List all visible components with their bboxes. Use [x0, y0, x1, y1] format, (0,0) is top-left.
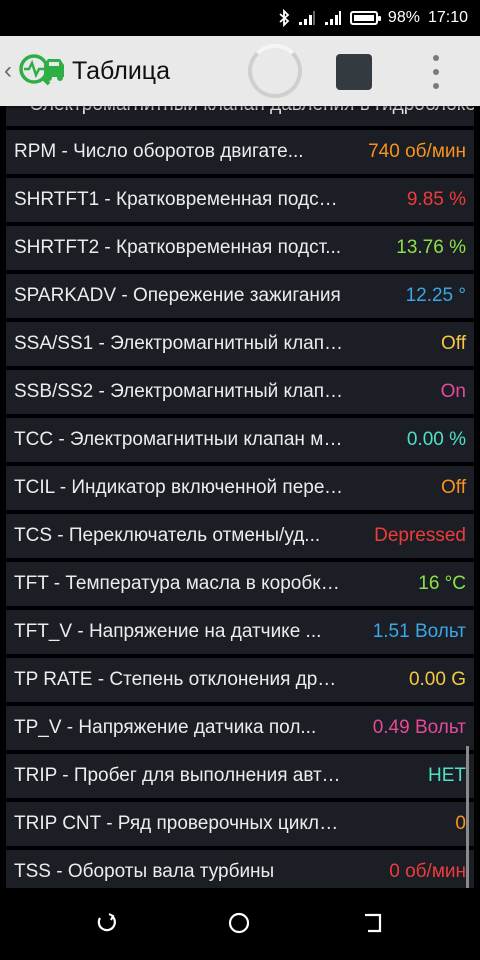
list-item-label: TCC - Электромагнитныи клапан му... — [14, 429, 344, 450]
chevron-left-icon[interactable]: ‹ — [4, 57, 16, 85]
list-item-value: Off — [441, 477, 466, 498]
clock: 17:10 — [427, 9, 468, 26]
list-item[interactable]: TCC - Электромагнитныи клапан му... 0.00 … — [6, 418, 474, 462]
list-item-label: RPM - Число оборотов двигате... — [14, 141, 304, 162]
list-item[interactable]: TCS - Переключатель отмены/уд... Depresse… — [6, 514, 474, 558]
list-item-value: 0.49 Вольт — [372, 717, 466, 738]
list-item-label: SPARKADV - Опережение зажигания — [14, 285, 341, 306]
list-item-value: 740 об/мин — [368, 141, 466, 162]
list-item-label: SHRTFT1 - Кратковременная подстр... — [14, 189, 344, 210]
list-item-value: Depressed — [374, 525, 466, 546]
list-item[interactable]: TSS - Обороты вала турбины 0 об/мин — [6, 850, 474, 888]
list-item-value: 13.76 % — [396, 237, 466, 258]
list-item[interactable]: SSA/SS1 - Электромагнитный клапан пе... O… — [6, 322, 474, 366]
list-item[interactable]: SHRTFT1 - Кратковременная подстр... 9.85 … — [6, 178, 474, 222]
list-item[interactable]: SHRTFT2 - Кратковременная подст... 13.76 … — [6, 226, 474, 270]
signal-icon — [324, 10, 342, 26]
list-item-label: – Электромагнитный клапан давления в гид… — [14, 106, 474, 116]
list-item[interactable]: – Электромагнитный клапан давления в гид… — [6, 106, 474, 126]
list-item[interactable]: SSB/SS2 - Электромагнитный клапан пе... O… — [6, 370, 474, 414]
list-item[interactable]: TRIP - Пробег для выполнения автоно... НЕ… — [6, 754, 474, 798]
list-item-value: 9.85 % — [406, 189, 466, 210]
parameter-list[interactable]: – Электромагнитный клапан давления в гид… — [0, 106, 480, 888]
list-item[interactable]: TP RATE - Степень отклонения дросс... 0.0… — [6, 658, 474, 702]
loading-spinner — [248, 44, 302, 98]
list-item[interactable]: TRIP CNT - Ряд проверочных циклов дви...… — [6, 802, 474, 846]
list-item[interactable]: SPARKADV - Опережение зажигания 12.25 ° — [6, 274, 474, 318]
list-item[interactable]: TFT_V - Напряжение на датчике ... 1.51 Во… — [6, 610, 474, 654]
stop-button[interactable] — [336, 54, 372, 90]
back-icon[interactable] — [362, 912, 384, 934]
list-item-value: 0.00 G — [408, 669, 466, 690]
signal-icon — [298, 10, 316, 26]
status-bar: 98% 17:10 — [0, 0, 480, 36]
list-item-label: TCS - Переключатель отмены/уд... — [14, 525, 321, 546]
list-item-label: TCIL - Индикатор включенной передачи — [14, 477, 344, 498]
list-item-value: 0 — [455, 813, 466, 834]
battery-icon — [349, 11, 381, 25]
more-vert-icon[interactable] — [424, 52, 448, 92]
list-item-label: TSS - Обороты вала турбины — [14, 861, 275, 882]
bluetooth-icon — [278, 9, 290, 27]
scrollbar[interactable] — [466, 746, 469, 888]
list-item-value: On — [440, 381, 466, 402]
page-title: Таблица — [72, 56, 171, 85]
home-icon[interactable] — [228, 912, 250, 934]
navigation-bar — [0, 888, 480, 960]
list-item-label: TFT_V - Напряжение на датчике ... — [14, 621, 322, 642]
list-item-value: Off — [441, 333, 466, 354]
list-item[interactable]: RPM - Число оборотов двигате... 740 об/ми… — [6, 130, 474, 174]
list-item-label: TP RATE - Степень отклонения дросс... — [14, 669, 344, 690]
list-item-label: TFT - Температура масла в коробке п... — [14, 573, 344, 594]
list-item-label: TP_V - Напряжение датчика пол... — [14, 717, 317, 738]
list-item-label: SSA/SS1 - Электромагнитный клапан пе... — [14, 333, 344, 354]
list-item-value: 1.51 Вольт — [372, 621, 466, 642]
list-item-value: 16 °C — [418, 573, 466, 594]
list-item[interactable]: TFT - Температура масла в коробке п... 16… — [6, 562, 474, 606]
recent-apps-icon[interactable] — [96, 912, 118, 934]
list-item-value: НЕТ — [428, 765, 466, 786]
list-item-label: SSB/SS2 - Электромагнитный клапан пе... — [14, 381, 344, 402]
list-item-value: 0 об/мин — [389, 861, 466, 882]
list-item-label: TRIP CNT - Ряд проверочных циклов дви... — [14, 813, 344, 834]
list-item-label: TRIP - Пробег для выполнения автоно... — [14, 765, 344, 786]
list-item-value: 0.00 % — [406, 429, 466, 450]
battery-percent: 98% — [387, 9, 420, 26]
list-item-label: SHRTFT2 - Кратковременная подст... — [14, 237, 342, 258]
list-item[interactable]: TCIL - Индикатор включенной передачи Off — [6, 466, 474, 510]
list-item-value: 12.25 ° — [405, 285, 466, 306]
list-item[interactable]: TP_V - Напряжение датчика пол... 0.49 Вол… — [6, 706, 474, 750]
car-health-logo-icon[interactable] — [18, 51, 66, 91]
app-bar: ‹ Таблица — [0, 36, 480, 106]
